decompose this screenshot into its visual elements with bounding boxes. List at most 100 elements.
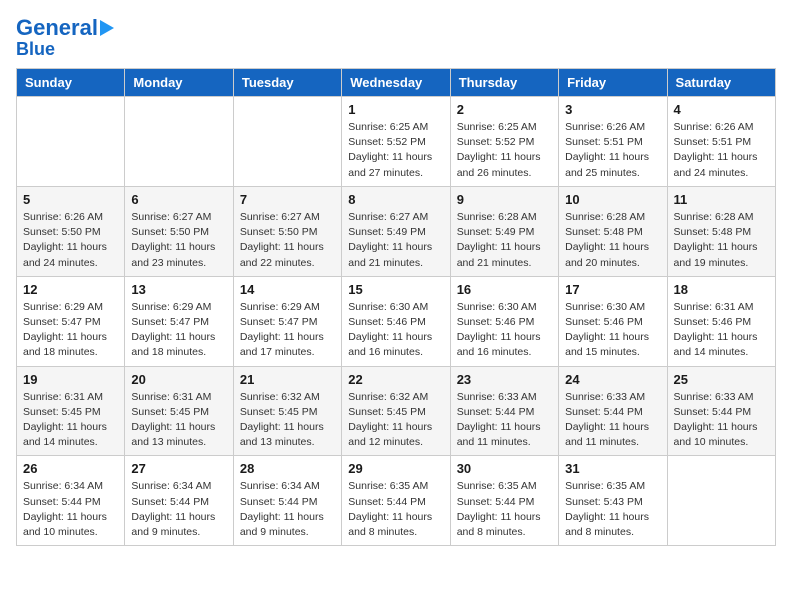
day-info: Sunrise: 6:35 AM Sunset: 5:44 PM Dayligh… (348, 479, 443, 540)
column-header-monday: Monday (125, 68, 233, 96)
calendar-day-cell: 29 Sunrise: 6:35 AM Sunset: 5:44 PM Dayli… (342, 456, 450, 546)
day-info: Sunrise: 6:29 AM Sunset: 5:47 PM Dayligh… (131, 300, 226, 361)
calendar-day-cell: 28 Sunrise: 6:34 AM Sunset: 5:44 PM Dayli… (233, 456, 341, 546)
calendar-day-cell: 17Sunrise: 6:30 AM Sunset: 5:46 PM Dayli… (559, 276, 667, 366)
day-info: Sunrise: 6:34 AM Sunset: 5:44 PM Dayligh… (23, 479, 118, 540)
day-info: Sunrise: 6:26 AM Sunset: 5:50 PM Dayligh… (23, 210, 118, 271)
day-info: Sunrise: 6:26 AM Sunset: 5:51 PM Dayligh… (565, 120, 660, 181)
day-number: 9 (457, 192, 552, 207)
calendar-day-cell: 30 Sunrise: 6:35 AM Sunset: 5:44 PM Dayli… (450, 456, 558, 546)
day-info: Sunrise: 6:33 AM Sunset: 5:44 PM Dayligh… (565, 390, 660, 451)
day-info: Sunrise: 6:35 AM Sunset: 5:43 PM Dayligh… (565, 479, 660, 540)
calendar-day-cell: 1Sunrise: 6:25 AM Sunset: 5:52 PM Daylig… (342, 96, 450, 186)
day-info: Sunrise: 6:30 AM Sunset: 5:46 PM Dayligh… (457, 300, 552, 361)
calendar-day-cell: 6 Sunrise: 6:27 AM Sunset: 5:50 PM Daylig… (125, 186, 233, 276)
day-info: Sunrise: 6:27 AM Sunset: 5:50 PM Dayligh… (240, 210, 335, 271)
empty-cell (233, 96, 341, 186)
day-info: Sunrise: 6:32 AM Sunset: 5:45 PM Dayligh… (348, 390, 443, 451)
day-number: 12 (23, 282, 118, 297)
calendar-day-cell: 15Sunrise: 6:30 AM Sunset: 5:46 PM Dayli… (342, 276, 450, 366)
day-info: Sunrise: 6:33 AM Sunset: 5:44 PM Dayligh… (457, 390, 552, 451)
page-header: General Blue (16, 16, 776, 60)
calendar-week-row: 26 Sunrise: 6:34 AM Sunset: 5:44 PM Dayli… (17, 456, 776, 546)
calendar-week-row: 1 Sunrise: 6:25 AM Sunset: 5:52 PM Daylig… (17, 96, 776, 186)
day-info: Sunrise: 6:27 AM Sunset: 5:50 PM Dayligh… (131, 210, 226, 271)
calendar-day-cell: 23 Sunrise: 6:33 AM Sunset: 5:44 PM Dayli… (450, 366, 558, 456)
calendar-day-cell: 9 Sunrise: 6:28 AM Sunset: 5:49 PM Daylig… (450, 186, 558, 276)
day-number: 29 (348, 461, 443, 476)
day-info: Sunrise: 6:31 AM Sunset: 5:45 PM Dayligh… (23, 390, 118, 451)
day-info: Sunrise: 6:25 AM Sunset: 5:52 PM Dayligh… (457, 120, 552, 181)
calendar-day-cell: 12 Sunrise: 6:29 AM Sunset: 5:47 PM Dayli… (17, 276, 125, 366)
day-number: 6 (131, 192, 226, 207)
day-number: 18 (674, 282, 769, 297)
calendar-day-cell: 16 Sunrise: 6:30 AM Sunset: 5:46 PM Dayli… (450, 276, 558, 366)
calendar-day-cell: 11 Sunrise: 6:28 AM Sunset: 5:48 PM Dayli… (667, 186, 775, 276)
day-number: 28 (240, 461, 335, 476)
day-info: Sunrise: 6:27 AM Sunset: 5:49 PM Dayligh… (348, 210, 443, 271)
day-number: 1 (348, 102, 443, 117)
calendar-day-cell: 2 Sunrise: 6:25 AM Sunset: 5:52 PM Daylig… (450, 96, 558, 186)
day-number: 7 (240, 192, 335, 207)
day-number: 8 (348, 192, 443, 207)
day-number: 22 (348, 372, 443, 387)
logo-arrow-icon (100, 20, 114, 36)
day-info: Sunrise: 6:31 AM Sunset: 5:45 PM Dayligh… (131, 390, 226, 451)
day-number: 14 (240, 282, 335, 297)
day-info: Sunrise: 6:28 AM Sunset: 5:49 PM Dayligh… (457, 210, 552, 271)
column-header-friday: Friday (559, 68, 667, 96)
calendar-day-cell: 10 Sunrise: 6:28 AM Sunset: 5:48 PM Dayli… (559, 186, 667, 276)
empty-cell (125, 96, 233, 186)
day-number: 13 (131, 282, 226, 297)
column-header-saturday: Saturday (667, 68, 775, 96)
day-info: Sunrise: 6:28 AM Sunset: 5:48 PM Dayligh… (565, 210, 660, 271)
calendar-day-cell: 5 Sunrise: 6:26 AM Sunset: 5:50 PM Daylig… (17, 186, 125, 276)
calendar-day-cell: 18 Sunrise: 6:31 AM Sunset: 5:46 PM Dayli… (667, 276, 775, 366)
day-number: 17 (565, 282, 660, 297)
calendar-day-cell: 24 Sunrise: 6:33 AM Sunset: 5:44 PM Dayli… (559, 366, 667, 456)
day-number: 30 (457, 461, 552, 476)
day-number: 10 (565, 192, 660, 207)
calendar-day-cell: 26 Sunrise: 6:34 AM Sunset: 5:44 PM Dayli… (17, 456, 125, 546)
calendar-day-cell: 8 Sunrise: 6:27 AM Sunset: 5:49 PM Daylig… (342, 186, 450, 276)
day-info: Sunrise: 6:34 AM Sunset: 5:44 PM Dayligh… (131, 479, 226, 540)
day-info: Sunrise: 6:29 AM Sunset: 5:47 PM Dayligh… (23, 300, 118, 361)
day-number: 31 (565, 461, 660, 476)
day-info: Sunrise: 6:29 AM Sunset: 5:47 PM Dayligh… (240, 300, 335, 361)
day-info: Sunrise: 6:34 AM Sunset: 5:44 PM Dayligh… (240, 479, 335, 540)
day-number: 20 (131, 372, 226, 387)
calendar-day-cell: 14 Sunrise: 6:29 AM Sunset: 5:47 PM Dayli… (233, 276, 341, 366)
empty-cell (667, 456, 775, 546)
day-number: 11 (674, 192, 769, 207)
day-number: 25 (674, 372, 769, 387)
logo-text-general: General (16, 16, 98, 40)
day-info: Sunrise: 6:30 AM Sunset: 5:46 PM Dayligh… (348, 300, 443, 361)
day-number: 4 (674, 102, 769, 117)
logo-text-blue: Blue (16, 40, 55, 60)
column-header-sunday: Sunday (17, 68, 125, 96)
day-number: 3 (565, 102, 660, 117)
logo: General Blue (16, 16, 114, 60)
calendar-header-row: SundayMondayTuesdayWednesdayThursdayFrid… (17, 68, 776, 96)
day-info: Sunrise: 6:31 AM Sunset: 5:46 PM Dayligh… (674, 300, 769, 361)
calendar-week-row: 19Sunrise: 6:31 AM Sunset: 5:45 PM Dayli… (17, 366, 776, 456)
day-info: Sunrise: 6:35 AM Sunset: 5:44 PM Dayligh… (457, 479, 552, 540)
day-info: Sunrise: 6:28 AM Sunset: 5:48 PM Dayligh… (674, 210, 769, 271)
day-number: 23 (457, 372, 552, 387)
column-header-tuesday: Tuesday (233, 68, 341, 96)
day-number: 16 (457, 282, 552, 297)
day-number: 24 (565, 372, 660, 387)
calendar-table: SundayMondayTuesdayWednesdayThursdayFrid… (16, 68, 776, 546)
empty-cell (17, 96, 125, 186)
day-number: 27 (131, 461, 226, 476)
day-number: 5 (23, 192, 118, 207)
day-number: 26 (23, 461, 118, 476)
calendar-day-cell: 3 Sunrise: 6:26 AM Sunset: 5:51 PM Daylig… (559, 96, 667, 186)
calendar-day-cell: 19Sunrise: 6:31 AM Sunset: 5:45 PM Dayli… (17, 366, 125, 456)
calendar-day-cell: 4Sunrise: 6:26 AM Sunset: 5:51 PM Daylig… (667, 96, 775, 186)
calendar-day-cell: 27 Sunrise: 6:34 AM Sunset: 5:44 PM Dayli… (125, 456, 233, 546)
calendar-day-cell: 22 Sunrise: 6:32 AM Sunset: 5:45 PM Dayli… (342, 366, 450, 456)
calendar-day-cell: 25Sunrise: 6:33 AM Sunset: 5:44 PM Dayli… (667, 366, 775, 456)
column-header-wednesday: Wednesday (342, 68, 450, 96)
day-number: 2 (457, 102, 552, 117)
